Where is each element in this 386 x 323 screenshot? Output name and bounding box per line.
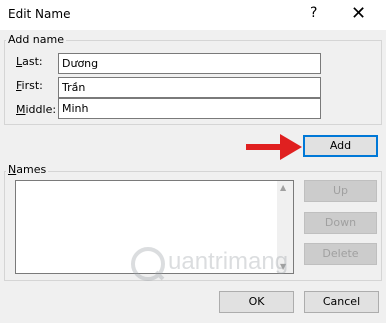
middle-name-field[interactable] <box>58 98 321 119</box>
arrow-icon <box>246 134 302 160</box>
last-name-field[interactable] <box>58 53 321 74</box>
names-legend: Names <box>6 163 49 176</box>
add-button-label: Add <box>329 139 352 152</box>
add-button[interactable]: Add <box>303 135 378 157</box>
watermark: uantrimang <box>130 246 360 282</box>
close-icon[interactable]: ✕ <box>351 3 366 24</box>
cancel-button[interactable]: Cancel <box>304 291 379 313</box>
last-label: Last: <box>16 55 43 68</box>
scroll-up-icon[interactable]: ▲ <box>280 183 286 192</box>
add-name-legend: Add name <box>6 33 66 46</box>
help-button[interactable]: ? <box>310 5 317 21</box>
first-name-field[interactable] <box>58 77 321 98</box>
ok-button[interactable]: OK <box>219 291 294 313</box>
up-button[interactable]: Up <box>304 180 377 202</box>
down-button[interactable]: Down <box>304 212 377 234</box>
middle-label: Middle: <box>16 103 57 116</box>
watermark-logo-icon <box>131 247 165 281</box>
watermark-text: uantrimang <box>168 248 289 275</box>
dialog-title: Edit Name <box>8 7 71 21</box>
first-label: First: <box>16 79 43 92</box>
